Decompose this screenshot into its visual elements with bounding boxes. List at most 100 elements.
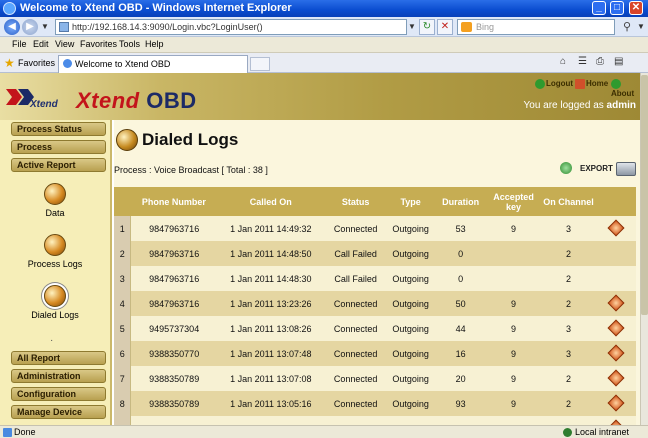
about-label: About bbox=[611, 89, 635, 98]
channel-cell: 2 bbox=[540, 266, 597, 291]
logout-link[interactable]: Logout bbox=[535, 79, 573, 89]
called-on-cell: 1 Jan 2011 13:23:26 bbox=[216, 291, 325, 316]
nav-active-report[interactable]: Active Report bbox=[11, 158, 106, 172]
menu-view[interactable]: View bbox=[55, 39, 74, 49]
status-cell: Connected bbox=[324, 341, 387, 366]
page-icon bbox=[59, 22, 69, 32]
stop-icon[interactable]: ✕ bbox=[437, 19, 453, 35]
print-toolbar-icon[interactable]: ⎙ bbox=[596, 56, 604, 67]
zone-text: Local intranet bbox=[575, 427, 630, 437]
accepted-key-cell: 9 bbox=[486, 416, 541, 425]
nav-all-report[interactable]: All Report bbox=[11, 351, 106, 365]
vertical-scrollbar[interactable] bbox=[640, 73, 648, 425]
status-bar: Done Local intranet bbox=[0, 425, 648, 438]
print-icon[interactable] bbox=[616, 162, 636, 176]
row-action-cell bbox=[596, 316, 636, 341]
favorites-bar: ★ Favorites Welcome to Xtend OBD ⌂ ☰ ⎙ ▤ bbox=[0, 53, 648, 73]
sidebar-item-process-logs[interactable]: Process Logs bbox=[0, 234, 110, 269]
menu-file[interactable]: File bbox=[12, 39, 27, 49]
home-link[interactable]: Home bbox=[575, 79, 608, 89]
play-recording-icon[interactable] bbox=[607, 394, 625, 411]
forward-icon[interactable]: ▶ bbox=[22, 19, 38, 35]
play-recording-icon[interactable] bbox=[607, 319, 625, 336]
browser-tab[interactable]: Welcome to Xtend OBD bbox=[58, 55, 248, 73]
type-cell: Outgoing bbox=[386, 416, 435, 425]
accepted-key-cell: 9 bbox=[486, 341, 541, 366]
minimize-button[interactable]: _ bbox=[592, 1, 606, 15]
page-title: Dialed Logs bbox=[142, 130, 239, 149]
called-on-cell: 1 Jan 2011 14:48:30 bbox=[216, 266, 325, 291]
main-panel: Dialed Logs Process : Voice Broadcast [ … bbox=[114, 120, 640, 425]
logged-prefix: You are logged as bbox=[523, 100, 604, 111]
search-dropdown-icon[interactable]: ▼ bbox=[637, 22, 645, 31]
about-link[interactable]: About bbox=[611, 79, 640, 98]
logo-small-text: Xtend bbox=[30, 99, 58, 110]
refresh-icon[interactable]: ↻ bbox=[419, 19, 435, 35]
search-icon[interactable]: ⚲ bbox=[619, 19, 635, 35]
play-recording-icon[interactable] bbox=[607, 344, 625, 361]
nav-process[interactable]: Process bbox=[11, 140, 106, 154]
accepted-key-cell: 9 bbox=[486, 391, 541, 416]
col-header-accepted-key: Accepted key bbox=[486, 187, 541, 216]
nav-process-status[interactable]: Process Status bbox=[11, 122, 106, 136]
nav-manage-device[interactable]: Manage Device bbox=[11, 405, 106, 419]
duration-cell: 0 bbox=[434, 266, 487, 291]
favorites-star-icon[interactable]: ★ bbox=[4, 57, 15, 69]
row-action-cell bbox=[596, 266, 636, 291]
phone-cell: 9847963716 bbox=[130, 266, 217, 291]
sidebar-item-data[interactable]: Data bbox=[0, 183, 110, 218]
data-icon bbox=[44, 183, 66, 205]
home-toolbar-icon[interactable]: ⌂ bbox=[560, 56, 566, 67]
tab-label: Welcome to Xtend OBD bbox=[75, 59, 171, 69]
status-cell: Connected bbox=[324, 366, 387, 391]
search-input[interactable]: Bing bbox=[457, 19, 615, 35]
menu-bar: File Edit View Favorites Tools Help bbox=[0, 37, 648, 53]
type-cell: Outgoing bbox=[386, 341, 435, 366]
channel-cell: 3 bbox=[540, 216, 597, 241]
about-icon bbox=[611, 79, 621, 89]
home-label: Home bbox=[586, 79, 609, 89]
sidebar-item-dialed-logs[interactable]: Dialed Logs bbox=[0, 285, 110, 320]
menu-help[interactable]: Help bbox=[145, 39, 164, 49]
page-toolbar-icon[interactable]: ▤ bbox=[614, 56, 623, 67]
status-cell: Connected bbox=[324, 416, 387, 425]
row-index: 5 bbox=[114, 316, 132, 341]
history-dropdown-icon[interactable]: ▼ bbox=[41, 22, 49, 31]
nav-administration[interactable]: Administration bbox=[11, 369, 106, 383]
export-icon bbox=[560, 162, 572, 174]
play-recording-icon[interactable] bbox=[607, 219, 625, 236]
scrollbar-thumb[interactable] bbox=[641, 75, 648, 315]
search-placeholder: Bing bbox=[476, 22, 495, 32]
tab-ie-icon bbox=[63, 59, 72, 68]
menu-edit[interactable]: Edit bbox=[33, 39, 49, 49]
nav-configuration[interactable]: Configuration bbox=[11, 387, 106, 401]
back-icon[interactable]: ◀ bbox=[4, 19, 20, 35]
accepted-key-cell bbox=[486, 241, 541, 266]
export-button[interactable]: EXPORT bbox=[560, 162, 620, 176]
logged-username: admin bbox=[606, 100, 636, 111]
zone-icon bbox=[563, 428, 572, 437]
favorites-button[interactable]: Favorites bbox=[18, 58, 55, 68]
table-row: 994952437101 Jan 2011 13:03:40ConnectedO… bbox=[114, 416, 636, 425]
phone-cell: 9495737304 bbox=[130, 316, 217, 341]
duration-cell: 16 bbox=[434, 341, 487, 366]
type-cell: Outgoing bbox=[386, 316, 435, 341]
row-index: 3 bbox=[114, 266, 132, 291]
row-index: 6 bbox=[114, 341, 132, 366]
feeds-toolbar-icon[interactable]: ☰ bbox=[578, 56, 587, 67]
table-row: 4 9847963716 1 Jan 2011 13:23:26 Connected O… bbox=[114, 291, 636, 316]
logged-in-status: You are logged as admin bbox=[524, 100, 637, 111]
type-cell: Outgoing bbox=[386, 366, 435, 391]
address-dropdown-icon[interactable]: ▼ bbox=[408, 22, 416, 31]
phone-cell: 9847963716 bbox=[130, 291, 217, 316]
play-recording-icon[interactable] bbox=[607, 294, 625, 311]
new-tab-button[interactable] bbox=[250, 57, 270, 71]
maximize-button[interactable]: □ bbox=[610, 1, 624, 15]
col-header-index bbox=[114, 187, 131, 216]
menu-tools[interactable]: Tools bbox=[119, 39, 140, 49]
close-window-button[interactable]: ✕ bbox=[629, 1, 643, 15]
menu-favorites[interactable]: Favorites bbox=[80, 39, 117, 49]
sidebar-item-process-logs-label: Process Logs bbox=[27, 259, 83, 269]
play-recording-icon[interactable] bbox=[607, 369, 625, 386]
address-input[interactable]: http://192.168.14.3:9090/Login.vbc?Login… bbox=[55, 19, 407, 35]
